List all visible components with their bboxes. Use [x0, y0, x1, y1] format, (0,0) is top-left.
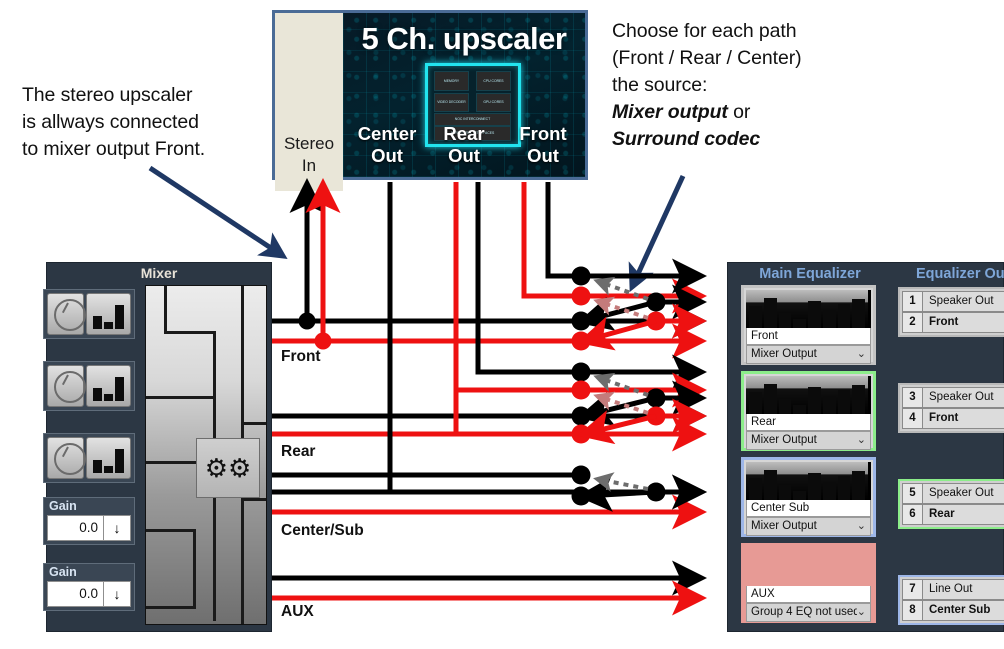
switch-rear-path[interactable] [571, 362, 708, 445]
bus-label-aux: AUX [281, 603, 314, 620]
signal-routing-overlay [148, 165, 708, 616]
link-front-to-stereo-in [289, 177, 341, 350]
bus-label-rear: Rear [281, 443, 316, 460]
link-front-out-black [545, 182, 708, 294]
bus-front [272, 303, 708, 359]
bus-aux [272, 560, 708, 616]
annotation-arrow-to-mixer [148, 165, 288, 260]
annotation-arrow-to-switch [628, 174, 686, 292]
bus-label-center-sub: Center/Sub [281, 522, 364, 539]
switch-center-path[interactable] [272, 465, 708, 512]
bus-label-front: Front [281, 348, 321, 365]
